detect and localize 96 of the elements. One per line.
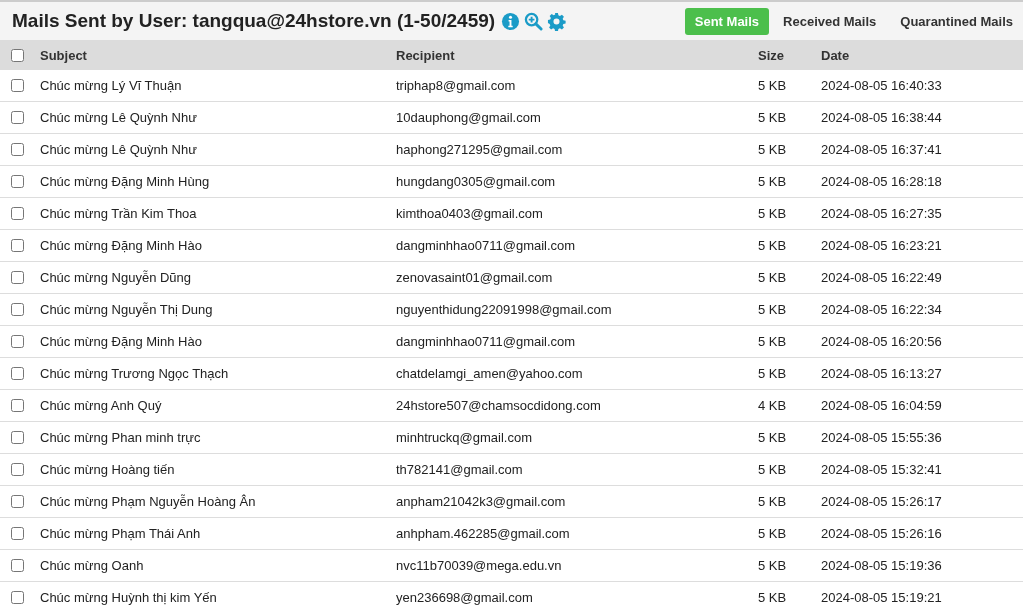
tab[interactable]: Received Mails — [773, 7, 887, 35]
size-cell-text: 5 KB — [757, 590, 788, 605]
date-cell-text: 2024-08-05 16:20:56 — [820, 334, 943, 349]
subject-cell-text: Chúc mừng Trần Kim Thoa — [39, 206, 198, 221]
recipient-cell-text: 10dauphong@gmail.com — [395, 110, 542, 125]
page-title: Mails Sent by User: tangqua@24hstore.vn (1-50/2459) — [12, 10, 496, 32]
subject-cell-text: Chúc mừng Phạm Nguyễn Hoàng Ân — [39, 494, 257, 509]
size-cell-text: 5 KB — [757, 526, 788, 541]
column-header[interactable]: Recipient — [392, 47, 754, 63]
size-cell-text: 5 KB — [757, 270, 788, 285]
subject-cell-text: Chúc mừng Huỳnh thị kim Yến — [39, 590, 218, 605]
select-all-checkbox[interactable] — [11, 48, 24, 62]
subject-cell-text: Chúc mừng Nguyễn Thị Dung — [39, 302, 214, 317]
info-icon[interactable] — [501, 11, 521, 31]
date-cell-text: 2024-08-05 16:22:49 — [820, 270, 943, 285]
size-cell-text: 5 KB — [757, 142, 788, 157]
date-cell-text: 2024-08-05 16:38:44 — [820, 110, 943, 125]
row-checkbox[interactable] — [11, 335, 24, 348]
column-header[interactable]: Size — [754, 47, 817, 63]
row-checkbox[interactable] — [11, 431, 24, 444]
size-cell-text: 5 KB — [757, 302, 788, 317]
subject-cell-text: Chúc mừng Phạm Thái Anh — [39, 526, 202, 541]
recipient-cell-text: nvc11b70039@mega.edu.vn — [395, 558, 563, 573]
subject-cell-text: Chúc mừng Hoàng tiến — [39, 462, 176, 477]
date-cell-text: 2024-08-05 15:55:36 — [820, 430, 943, 445]
date-cell-text: 2024-08-05 15:32:41 — [820, 462, 943, 477]
row-checkbox[interactable] — [11, 111, 24, 124]
row-checkbox[interactable] — [11, 367, 24, 380]
subject-cell-text: Chúc mừng Nguyễn Dũng — [39, 270, 193, 285]
zoom-in-icon[interactable] — [524, 11, 544, 31]
settings-icon[interactable] — [547, 11, 567, 31]
row-checkbox[interactable] — [11, 559, 24, 572]
subject-cell-text: Chúc mừng Lê Quỳnh Như — [39, 110, 198, 125]
row-checkbox[interactable] — [11, 495, 24, 508]
recipient-cell-text: th782141@gmail.com — [395, 462, 524, 477]
recipient-cell-text: 24hstore507@chamsocdidong.com — [395, 398, 602, 413]
date-cell-text: 2024-08-05 16:04:59 — [820, 398, 943, 413]
tab[interactable]: Quarantined Mails — [890, 7, 1023, 35]
row-checkbox[interactable] — [11, 463, 24, 476]
row-checkbox[interactable] — [11, 239, 24, 252]
date-cell-text: 2024-08-05 16:28:18 — [820, 174, 943, 189]
subject-cell-text: Chúc mừng Đặng Minh Hào — [39, 238, 203, 253]
row-checkbox[interactable] — [11, 175, 24, 188]
row-checkbox[interactable] — [11, 303, 24, 316]
subject-cell-text: Chúc mừng Lý Vĩ Thuận — [39, 78, 183, 93]
row-checkbox[interactable] — [11, 79, 24, 92]
recipient-cell-text: hungdang0305@gmail.com — [395, 174, 557, 189]
row-checkbox[interactable] — [11, 399, 24, 412]
size-cell-text: 4 KB — [757, 398, 788, 413]
size-cell-text: 5 KB — [757, 238, 788, 253]
recipient-cell-text: anhpham.462285@gmail.com — [395, 526, 571, 541]
subject-cell-text: Chúc mừng Phan minh trực — [39, 430, 202, 445]
date-cell-text: 2024-08-05 16:13:27 — [820, 366, 943, 381]
recipient-cell-text: dangminhhao0711@gmail.com — [395, 238, 577, 253]
subject-cell-text: Chúc mừng Đặng Minh Hùng — [39, 174, 211, 189]
recipient-cell-text: anpham21042k3@gmail.com — [395, 494, 567, 509]
size-cell-text: 5 KB — [757, 462, 788, 477]
row-checkbox[interactable] — [11, 271, 24, 284]
size-cell-text: 5 KB — [757, 494, 788, 509]
subject-cell-text: Chúc mừng Trương Ngọc Thạch — [39, 366, 230, 381]
row-checkbox[interactable] — [11, 207, 24, 220]
row-checkbox[interactable] — [11, 591, 24, 604]
size-cell-text: 5 KB — [757, 174, 788, 189]
date-cell-text: 2024-08-05 15:26:16 — [820, 526, 943, 541]
subject-cell-text: Chúc mừng Đặng Minh Hào — [39, 334, 203, 349]
recipient-cell-text: triphap8@gmail.com — [395, 78, 517, 93]
column-header[interactable]: Subject — [36, 47, 392, 63]
recipient-cell-text: zenovasaint01@gmail.com — [395, 270, 554, 285]
date-cell-text: 2024-08-05 16:27:35 — [820, 206, 943, 221]
recipient-cell-text: dangminhhao0711@gmail.com — [395, 334, 577, 349]
date-cell-text: 2024-08-05 15:19:21 — [820, 590, 943, 605]
date-cell-text: 2024-08-05 16:40:33 — [820, 78, 943, 93]
recipient-cell-text: yen236698@gmail.com — [395, 590, 534, 605]
date-cell-text: 2024-08-05 16:22:34 — [820, 302, 943, 317]
recipient-cell-text: chatdelamgi_amen@yahoo.com — [395, 366, 584, 381]
date-cell-text: 2024-08-05 15:26:17 — [820, 494, 943, 509]
column-header[interactable]: Date — [817, 47, 1023, 63]
recipient-cell-text: haphong271295@gmail.com — [395, 142, 564, 157]
row-checkbox[interactable] — [11, 143, 24, 156]
size-cell-text: 5 KB — [757, 366, 788, 381]
recipient-cell-text: kimthoa0403@gmail.com — [395, 206, 544, 221]
row-checkbox[interactable] — [11, 527, 24, 540]
date-cell-text: 2024-08-05 16:37:41 — [820, 142, 943, 157]
size-cell-text: 5 KB — [757, 78, 788, 93]
date-cell-text: 2024-08-05 16:23:21 — [820, 238, 943, 253]
size-cell-text: 5 KB — [757, 558, 788, 573]
subject-cell-text: Chúc mừng Anh Quý — [39, 398, 163, 413]
size-cell-text: 5 KB — [757, 206, 788, 221]
size-cell-text: 5 KB — [757, 334, 788, 349]
date-cell-text: 2024-08-05 15:19:36 — [820, 558, 943, 573]
subject-cell-text: Chúc mừng Oanh — [39, 558, 145, 573]
subject-cell-text: Chúc mừng Lê Quỳnh Như — [39, 142, 198, 157]
recipient-cell-text: minhtruckq@gmail.com — [395, 430, 533, 445]
recipient-cell-text: nguyenthidung22091998@gmail.com — [395, 302, 613, 317]
size-cell-text: 5 KB — [757, 110, 788, 125]
size-cell-text: 5 KB — [757, 430, 788, 445]
